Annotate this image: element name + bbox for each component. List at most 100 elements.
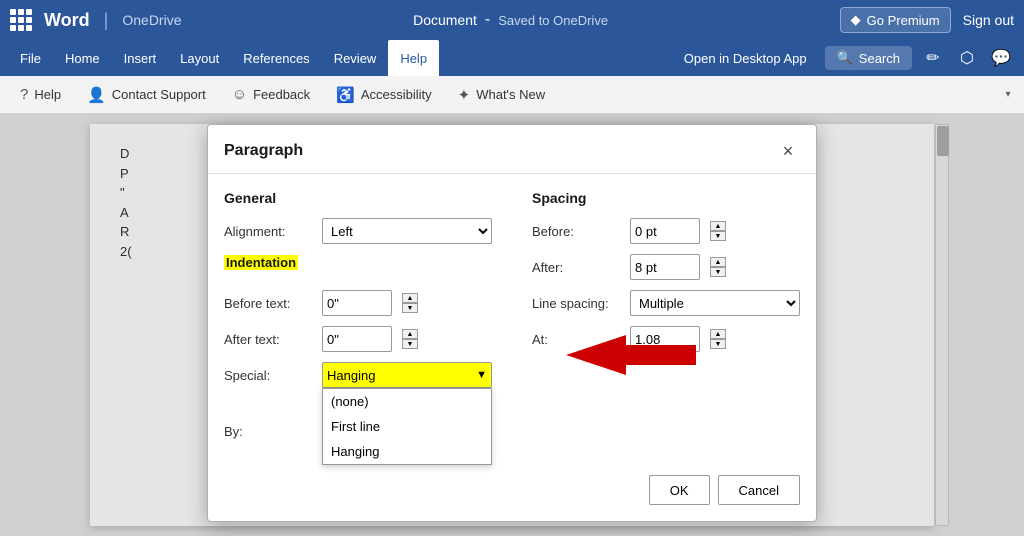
title-bar-left: Word | OneDrive xyxy=(10,9,182,31)
after-text-up[interactable]: ▲ xyxy=(402,329,418,339)
by-label: By: xyxy=(224,424,314,439)
menu-bar: File Home Insert Layout References Revie… xyxy=(0,40,1024,76)
title-right: ◆ Go Premium Sign out xyxy=(840,7,1014,33)
open-desktop-button[interactable]: Open in Desktop App xyxy=(672,51,819,66)
at-spinner[interactable]: ▲ ▼ xyxy=(710,329,726,349)
special-option-hanging[interactable]: Hanging xyxy=(323,439,491,464)
dialog-title: Paragraph xyxy=(224,142,303,160)
special-label: Special: xyxy=(224,368,314,383)
before-text-down[interactable]: ▼ xyxy=(402,303,418,313)
special-dropdown-list: (none) First line Hanging xyxy=(322,388,492,465)
general-section-title: General xyxy=(224,190,492,206)
dialog-title-bar: Paragraph × xyxy=(208,125,816,174)
before-up[interactable]: ▲ xyxy=(710,221,726,231)
menu-home[interactable]: Home xyxy=(53,40,112,76)
grid-icon[interactable] xyxy=(10,9,32,31)
accessibility-button[interactable]: ♿ Accessibility xyxy=(324,77,443,113)
menu-references[interactable]: References xyxy=(231,40,321,76)
title-separator: | xyxy=(104,10,109,31)
whats-new-button[interactable]: ✦ What's New xyxy=(446,77,558,113)
cancel-button[interactable]: Cancel xyxy=(718,475,800,505)
before-text-row: Before text: ▲ ▼ xyxy=(224,290,492,316)
scroll-indicator[interactable]: ▾ xyxy=(1000,77,1016,113)
spacing-section-title: Spacing xyxy=(532,190,800,206)
alignment-select[interactable]: Left Center Right Justified xyxy=(322,218,492,244)
at-down[interactable]: ▼ xyxy=(710,339,726,349)
feedback-icon: ☺ xyxy=(232,86,247,103)
special-option-first-line[interactable]: First line xyxy=(323,414,491,439)
after-label: After: xyxy=(532,260,622,275)
after-down[interactable]: ▼ xyxy=(710,267,726,277)
after-text-row: After text: ▲ ▼ xyxy=(224,326,492,352)
search-button[interactable]: 🔍 Search xyxy=(825,46,912,70)
dialog-body: General Alignment: Left Center Right Jus… xyxy=(208,174,816,465)
diamond-icon: ◆ xyxy=(851,12,861,28)
before-input[interactable] xyxy=(630,218,700,244)
after-input[interactable] xyxy=(630,254,700,280)
special-option-none[interactable]: (none) xyxy=(323,389,491,414)
menu-insert[interactable]: Insert xyxy=(112,40,169,76)
special-dropdown[interactable]: Hanging ▼ xyxy=(322,362,492,388)
after-spinner[interactable]: ▲ ▼ xyxy=(710,257,726,277)
ok-button[interactable]: OK xyxy=(649,475,710,505)
title-dash: - xyxy=(485,11,490,29)
dialog-right-col: Spacing Before: ▲ ▼ After: ▲ xyxy=(532,190,800,449)
contact-support-button[interactable]: 👤 Contact Support xyxy=(75,77,218,113)
help-bar: ? Help 👤 Contact Support ☺ Feedback ♿ Ac… xyxy=(0,76,1024,114)
saved-status: Saved to OneDrive xyxy=(498,13,608,28)
before-text-label: Before text: xyxy=(224,296,314,311)
help-button[interactable]: ? Help xyxy=(8,77,73,113)
dialog-close-button[interactable]: × xyxy=(776,139,800,163)
at-row: At: ▲ ▼ xyxy=(532,326,800,352)
accessibility-icon: ♿ xyxy=(336,86,355,104)
before-spinner[interactable]: ▲ ▼ xyxy=(710,221,726,241)
after-text-spinner[interactable]: ▲ ▼ xyxy=(402,329,418,349)
dialog-footer: OK Cancel xyxy=(208,465,816,521)
after-text-down[interactable]: ▼ xyxy=(402,339,418,349)
alignment-label: Alignment: xyxy=(224,224,314,239)
whats-new-icon: ✦ xyxy=(458,86,471,104)
before-text-spinner[interactable]: ▲ ▼ xyxy=(402,293,418,313)
special-row: Special: Hanging ▼ (none) First line Han… xyxy=(224,362,492,388)
menu-layout[interactable]: Layout xyxy=(168,40,231,76)
before-down[interactable]: ▼ xyxy=(710,231,726,241)
sign-out-button[interactable]: Sign out xyxy=(963,12,1014,28)
dialog-left-col: General Alignment: Left Center Right Jus… xyxy=(224,190,492,449)
at-label: At: xyxy=(532,332,622,347)
at-up[interactable]: ▲ xyxy=(710,329,726,339)
paragraph-dialog: Paragraph × General Alignment: Left Cent… xyxy=(207,124,817,522)
special-dropdown-container: Hanging ▼ (none) First line Hanging xyxy=(322,362,492,388)
title-bar: Word | OneDrive Document - Saved to OneD… xyxy=(0,0,1024,40)
at-input[interactable] xyxy=(630,326,700,352)
indentation-label: Indentation xyxy=(224,255,298,270)
doc-title: Document xyxy=(413,12,477,28)
special-dropdown-arrow: ▼ xyxy=(476,369,487,381)
line-spacing-label: Line spacing: xyxy=(532,296,622,311)
help-icon: ? xyxy=(20,86,28,103)
menu-right: Open in Desktop App 🔍 Search ✏ ⬡ 💬 xyxy=(672,43,1016,73)
after-up[interactable]: ▲ xyxy=(710,257,726,267)
title-center: Document - Saved to OneDrive xyxy=(182,11,840,29)
feedback-button[interactable]: ☺ Feedback xyxy=(220,77,322,113)
menu-review[interactable]: Review xyxy=(322,40,389,76)
line-spacing-row: Line spacing: Single 1.5 lines Double At… xyxy=(532,290,800,316)
dialog-overlay: Paragraph × General Alignment: Left Cent… xyxy=(0,114,1024,536)
line-spacing-select[interactable]: Single 1.5 lines Double At least Exactly… xyxy=(630,290,800,316)
after-text-label: After text: xyxy=(224,332,314,347)
search-icon: 🔍 xyxy=(837,50,853,66)
app-name: Word xyxy=(44,10,90,31)
toolbar-icons: ✏ ⬡ 💬 xyxy=(918,43,1016,73)
document-area: D P " A R 2( Paragraph × General Alignme… xyxy=(0,114,1024,536)
after-row: After: ▲ ▼ xyxy=(532,254,800,280)
menu-help[interactable]: Help xyxy=(388,40,439,76)
onedrive-label: OneDrive xyxy=(122,12,181,28)
before-text-input[interactable] xyxy=(322,290,392,316)
menu-file[interactable]: File xyxy=(8,40,53,76)
go-premium-button[interactable]: ◆ Go Premium xyxy=(840,7,951,33)
before-text-up[interactable]: ▲ xyxy=(402,293,418,303)
share-icon[interactable]: ⬡ xyxy=(952,43,982,73)
comment-icon[interactable]: 💬 xyxy=(986,43,1016,73)
edit-icon[interactable]: ✏ xyxy=(918,43,948,73)
contact-support-icon: 👤 xyxy=(87,86,106,104)
after-text-input[interactable] xyxy=(322,326,392,352)
